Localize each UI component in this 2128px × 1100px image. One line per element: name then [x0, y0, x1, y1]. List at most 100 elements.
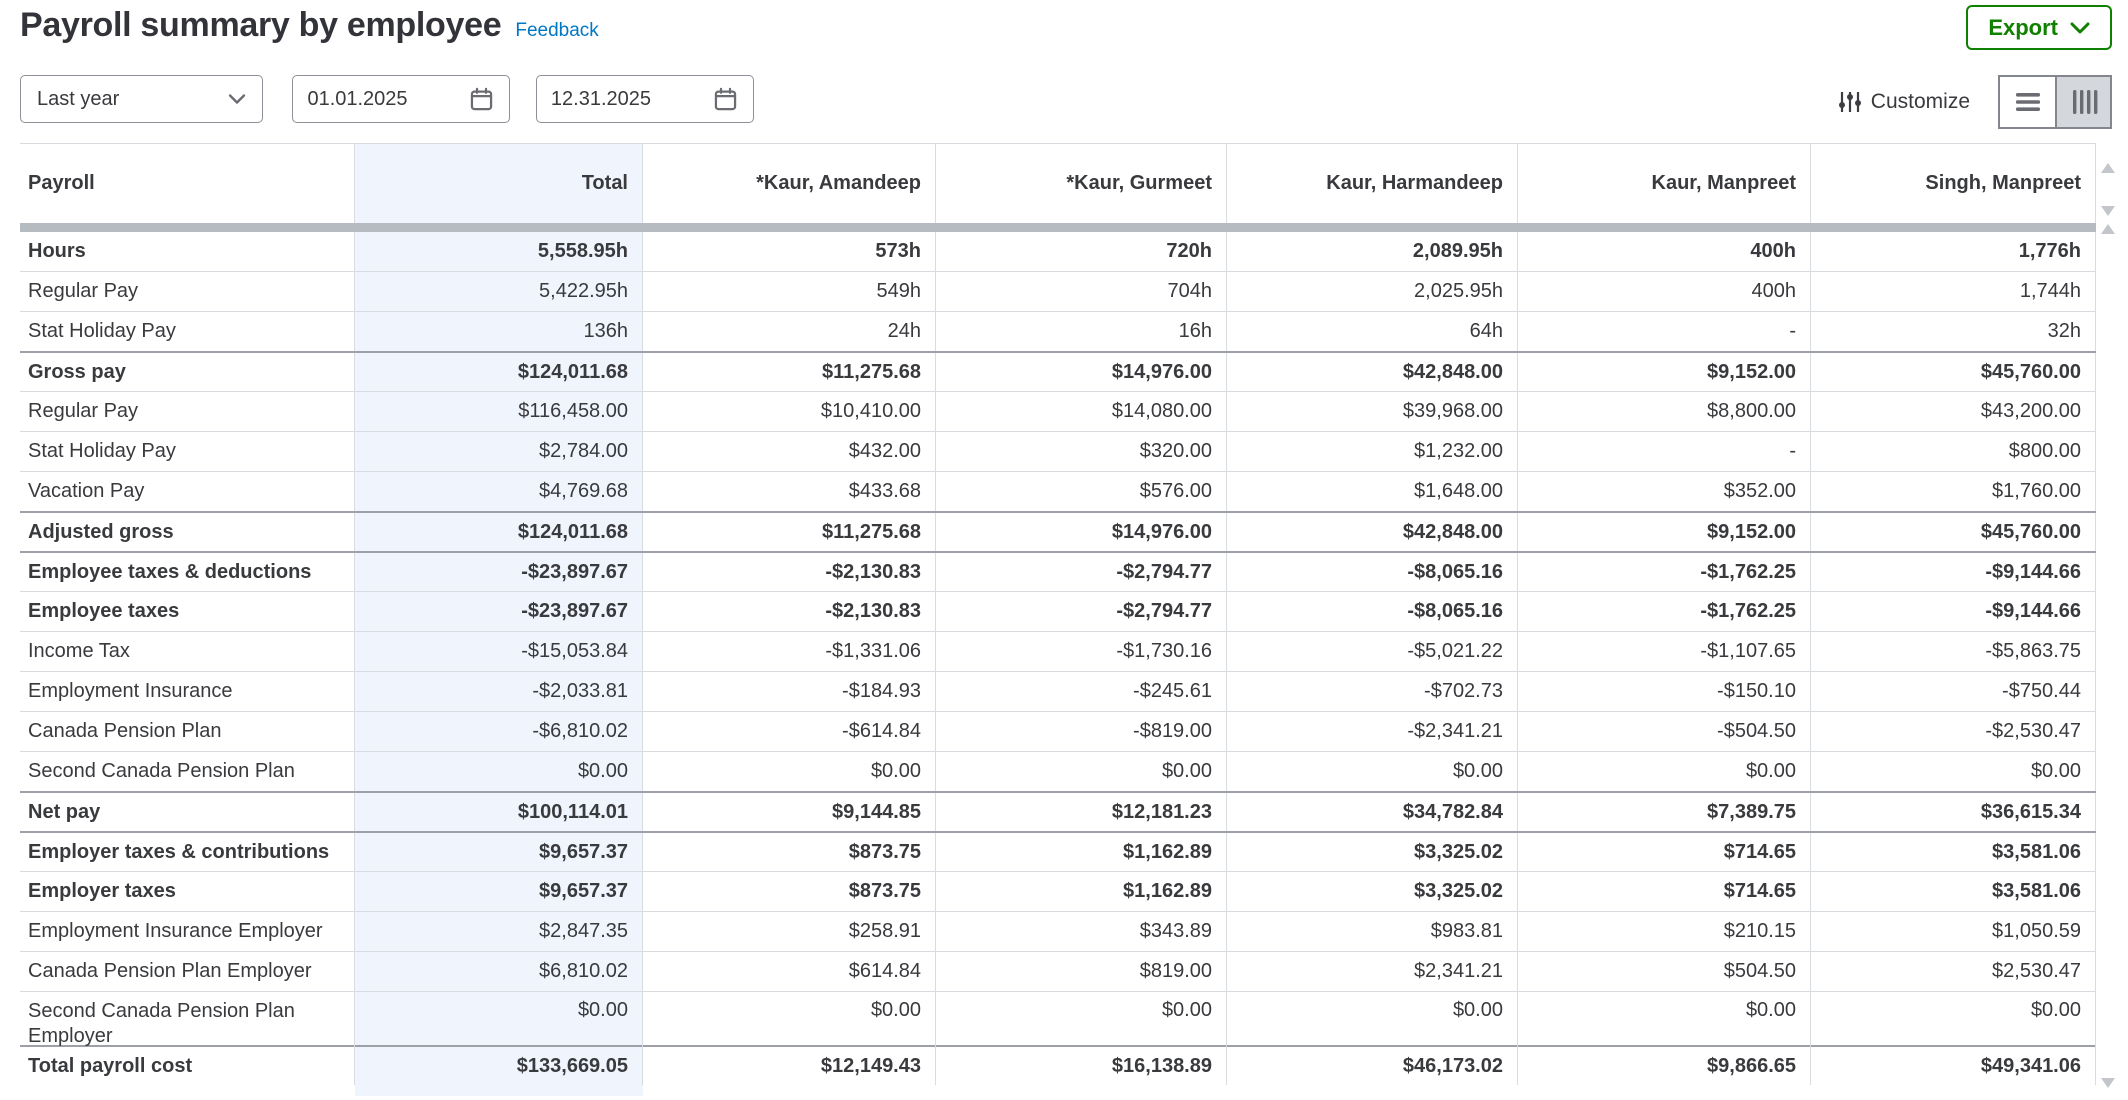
value-cell: -$614.84 [643, 712, 936, 751]
value-cell: $432.00 [643, 432, 936, 471]
value-cell: $504.50 [1518, 952, 1811, 991]
table-row: Hours5,558.95h573h720h2,089.95h400h1,776… [20, 232, 2096, 271]
value-cell: $3,581.06 [1811, 833, 2096, 871]
value-cell: - [1518, 432, 1811, 471]
customize-button[interactable]: Customize [1836, 89, 1970, 115]
row-label: Employee taxes [20, 592, 355, 631]
table-row: Adjusted gross$124,011.68$11,275.68$14,9… [20, 511, 2096, 551]
value-cell: $11,275.68 [643, 513, 936, 551]
total-cell: $9,657.37 [355, 833, 643, 871]
value-cell: $7,389.75 [1518, 793, 1811, 831]
total-cell: -$6,810.02 [355, 712, 643, 751]
table-row: Second Canada Pension Plan Employer$0.00… [20, 991, 2096, 1045]
value-cell: $1,050.59 [1811, 912, 2096, 951]
table-row: Canada Pension Plan Employer$6,810.02$61… [20, 951, 2096, 991]
value-cell: -$504.50 [1518, 712, 1811, 751]
end-date-value: 12.31.2025 [551, 88, 651, 111]
total-cell: $100,114.01 [355, 793, 643, 831]
value-cell: $0.00 [1518, 752, 1811, 791]
row-label: Stat Holiday Pay [20, 432, 355, 471]
column-header-total: Total [355, 144, 643, 223]
value-cell: -$1,762.25 [1518, 592, 1811, 631]
column-view-button[interactable] [2055, 77, 2110, 127]
row-label: Stat Holiday Pay [20, 312, 355, 351]
horizontal-scrollbar[interactable] [20, 223, 2096, 232]
date-range-select[interactable]: Last year [20, 75, 263, 123]
value-cell: $45,760.00 [1811, 353, 2096, 391]
total-cell: -$23,897.67 [355, 553, 643, 591]
row-label: Second Canada Pension Plan [20, 752, 355, 791]
column-header-employee: Kaur, Harmandeep [1227, 144, 1518, 223]
row-label: Net pay [20, 793, 355, 831]
value-cell: -$1,107.65 [1518, 632, 1811, 671]
value-cell: -$184.93 [643, 672, 936, 711]
value-cell: $3,581.06 [1811, 872, 2096, 911]
row-label: Hours [20, 232, 355, 271]
end-date-input[interactable]: 12.31.2025 [536, 75, 754, 123]
row-label: Vacation Pay [20, 472, 355, 511]
row-label: Canada Pension Plan Employer [20, 952, 355, 991]
row-label: Employer taxes & contributions [20, 833, 355, 871]
column-view-icon [2070, 89, 2098, 115]
total-cell: 5,422.95h [355, 272, 643, 311]
value-cell: 549h [643, 272, 936, 311]
value-cell: $49,341.06 [1811, 1047, 2096, 1085]
table-row: Net pay$100,114.01$9,144.85$12,181.23$34… [20, 791, 2096, 831]
table-row: Employment Insurance-$2,033.81-$184.93-$… [20, 671, 2096, 711]
value-cell: $1,648.00 [1227, 472, 1518, 511]
value-cell: -$2,530.47 [1811, 712, 2096, 751]
filter-bar: Last year 01.01.2025 12.31.2025 [20, 75, 2112, 129]
row-label: Regular Pay [20, 272, 355, 311]
value-cell: 704h [936, 272, 1227, 311]
row-label: Employment Insurance Employer [20, 912, 355, 951]
total-cell: $116,458.00 [355, 392, 643, 431]
export-button[interactable]: Export [1966, 5, 2112, 50]
value-cell: $1,162.89 [936, 872, 1227, 911]
value-cell: $12,181.23 [936, 793, 1227, 831]
value-cell: $9,152.00 [1518, 353, 1811, 391]
value-cell: -$2,341.21 [1227, 712, 1518, 751]
table-row: Employer taxes$9,657.37$873.75$1,162.89$… [20, 871, 2096, 911]
value-cell: $714.65 [1518, 833, 1811, 871]
total-cell: $0.00 [355, 992, 643, 1049]
value-cell: -$1,730.16 [936, 632, 1227, 671]
value-cell: $343.89 [936, 912, 1227, 951]
value-cell: $714.65 [1518, 872, 1811, 911]
total-cell: $6,810.02 [355, 952, 643, 991]
scroll-up-arrow[interactable] [2101, 163, 2115, 173]
total-cell: -$15,053.84 [355, 632, 643, 671]
row-label: Gross pay [20, 353, 355, 391]
page-header-bar: Payroll summary by employee Feedback [20, 6, 599, 45]
value-cell: $3,325.02 [1227, 833, 1518, 871]
value-cell: 1,744h [1811, 272, 2096, 311]
value-cell: 64h [1227, 312, 1518, 351]
value-cell: $983.81 [1227, 912, 1518, 951]
value-cell: $0.00 [1227, 992, 1518, 1049]
table-row: Regular Pay5,422.95h549h704h2,025.95h400… [20, 271, 2096, 311]
value-cell: $8,800.00 [1518, 392, 1811, 431]
value-cell: $16,138.89 [936, 1047, 1227, 1085]
table-row: Regular Pay$116,458.00$10,410.00$14,080.… [20, 391, 2096, 431]
scroll-down-arrow[interactable] [2101, 206, 2115, 216]
value-cell: $39,968.00 [1227, 392, 1518, 431]
total-cell: $124,011.68 [355, 353, 643, 391]
value-cell: -$8,065.16 [1227, 553, 1518, 591]
value-cell: -$1,762.25 [1518, 553, 1811, 591]
table-row: Employer taxes & contributions$9,657.37 $… [20, 831, 2096, 871]
table-row: Stat Holiday Pay136h24h16h64h-32h [20, 311, 2096, 351]
list-view-button[interactable] [2000, 77, 2055, 127]
value-cell: 16h [936, 312, 1227, 351]
row-label: Regular Pay [20, 392, 355, 431]
table-row: Stat Holiday Pay$2,784.00$432.00$320.00$… [20, 431, 2096, 471]
page-title: Payroll summary by employee [20, 6, 501, 45]
value-cell: 32h [1811, 312, 2096, 351]
value-cell: -$819.00 [936, 712, 1227, 751]
scroll-down-arrow[interactable] [2101, 1078, 2115, 1088]
start-date-input[interactable]: 01.01.2025 [292, 75, 510, 123]
value-cell: $2,341.21 [1227, 952, 1518, 991]
value-cell: $3,325.02 [1227, 872, 1518, 911]
feedback-link[interactable]: Feedback [515, 20, 598, 42]
calendar-icon [712, 86, 739, 113]
value-cell: $1,232.00 [1227, 432, 1518, 471]
scroll-up-arrow[interactable] [2101, 224, 2115, 234]
